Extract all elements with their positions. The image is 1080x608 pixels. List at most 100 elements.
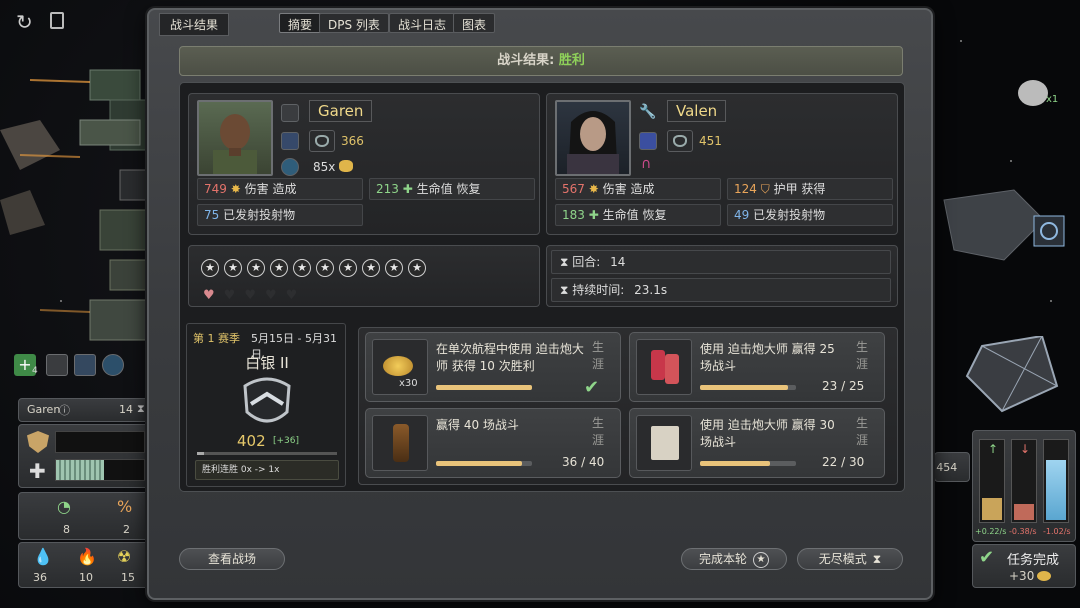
projectiles-value: 75 bbox=[204, 208, 220, 222]
quest-progress-text: 36 / 40 bbox=[562, 455, 605, 469]
quest-card: 使用 迫击炮大师 赢得 25 场战斗 生涯 23 / 25 bbox=[629, 332, 885, 402]
rank-badge-icon bbox=[239, 376, 295, 428]
heal-label: 生命值 bbox=[602, 208, 639, 222]
gold-icon bbox=[339, 160, 353, 172]
round-value: 14 bbox=[610, 255, 626, 269]
quest-tag: 生涯 bbox=[592, 340, 605, 371]
enemy-module bbox=[962, 334, 1062, 416]
cards-icon[interactable] bbox=[50, 12, 64, 29]
player-ship bbox=[0, 60, 151, 350]
missile-icon[interactable] bbox=[46, 354, 68, 376]
projectiles-stat: 49 已发射投射物 bbox=[727, 204, 893, 226]
results-body: Garen 366 85x 749 ✸ 伤害 造成 213 ✚ 生命值 恢复 7… bbox=[179, 82, 905, 492]
tab-summary[interactable]: 摘要 bbox=[279, 13, 322, 33]
pilot-name: Garen bbox=[309, 100, 373, 122]
endless-mode-button[interactable]: 无尽模式 ⧗ bbox=[797, 548, 903, 570]
magnet-icon: ∩ bbox=[641, 156, 652, 172]
reward-count: x30 bbox=[399, 378, 418, 389]
duration-row: ⧗ 持续时间: 23.1s bbox=[551, 278, 891, 302]
star-icon: ★ bbox=[753, 551, 769, 568]
quest-tag: 生涯 bbox=[856, 416, 869, 447]
battle-info-panel: ⧗ 回合: 14 ⧗ 持续时间: 23.1s bbox=[546, 245, 898, 307]
resource-panel: ↑ ↓ +0.22/s -0.38/s -1.02/s bbox=[972, 430, 1076, 542]
heart-icon: ♥ bbox=[285, 288, 298, 303]
chip-icon[interactable] bbox=[74, 354, 96, 376]
health-cross-icon: ✚ bbox=[402, 182, 413, 196]
resource-bar-green: ↑ bbox=[979, 439, 1005, 523]
star-icon: ★ bbox=[293, 259, 311, 277]
restart-icon[interactable]: ↻ bbox=[16, 10, 33, 34]
star-decoration bbox=[1050, 300, 1052, 302]
weapon-icon bbox=[281, 104, 299, 122]
armor-gain-value: 124 bbox=[734, 182, 757, 196]
quest-progress-bar bbox=[700, 385, 796, 390]
hourglass-icon: ⧗ bbox=[560, 255, 569, 269]
hourglass-icon: ⧗ bbox=[137, 402, 145, 415]
fire-icon: 🔥 bbox=[77, 547, 97, 566]
burst-icon: ✸ bbox=[588, 182, 599, 196]
pilot-name: Valen bbox=[667, 100, 727, 122]
shells-icon bbox=[636, 339, 692, 395]
resource-bar-red: ↓ bbox=[1011, 439, 1037, 523]
damage-label: 伤害 bbox=[602, 182, 627, 196]
star-icon: ★ bbox=[224, 259, 242, 277]
equipment-bar: + 4 bbox=[14, 352, 150, 380]
finish-round-button[interactable]: 完成本轮 ★ bbox=[681, 548, 787, 570]
star-icon: ★ bbox=[339, 259, 357, 277]
star-icon: ★ bbox=[362, 259, 380, 277]
tab-charts[interactable]: 图表 bbox=[453, 13, 496, 33]
endless-mode-label: 无尽模式 bbox=[818, 552, 867, 566]
star-icon: ★ bbox=[201, 259, 219, 277]
heal-verb: 恢复 bbox=[642, 208, 667, 222]
enemy-hp: / 454 bbox=[929, 452, 970, 482]
stat-value: 15 bbox=[121, 571, 135, 584]
season-progress-bar bbox=[197, 452, 337, 455]
tab-bar: 战斗结果 摘要 DPS 列表 战斗日志 图表 bbox=[149, 10, 931, 36]
star-decoration bbox=[1010, 160, 1012, 162]
heart-rating: ♥ ♥ ♥ ♥ ♥ bbox=[203, 284, 306, 303]
heart-icon: ♥ bbox=[244, 288, 256, 303]
projectiles-stat: 75 已发射投射物 bbox=[197, 204, 363, 226]
info-icon[interactable]: ⓘ bbox=[59, 402, 70, 418]
duration-label: 持续时间: bbox=[572, 283, 625, 297]
quest-progress-text: 22 / 30 bbox=[822, 455, 865, 469]
drop-icon: 💧 bbox=[33, 547, 53, 566]
hourglass-icon: ⧗ bbox=[872, 552, 882, 566]
shield-core-icon[interactable] bbox=[102, 354, 124, 376]
star-icon: ★ bbox=[247, 259, 265, 277]
radiation-icon: ☢ bbox=[117, 547, 132, 566]
game-screen: ↻ + 4 Garen ⓘ 14 ⧗ ✚ ◔ 8 % 2 💧 36 🔥 10 ☢… bbox=[0, 0, 1080, 608]
heart-icon: ♥ bbox=[203, 288, 215, 303]
heal-stat: 183 ✚ 生命值 恢复 bbox=[555, 204, 721, 226]
check-icon: ✔ bbox=[979, 547, 995, 568]
quest-text: 在单次航程中使用 迫击炮大师 获得 10 次胜利 bbox=[436, 342, 584, 373]
result-value: 胜利 bbox=[558, 53, 585, 68]
heal-stat: 213 ✚ 生命值 恢复 bbox=[369, 178, 535, 200]
burst-icon: ✸ bbox=[230, 182, 241, 196]
core-icon bbox=[281, 158, 299, 176]
view-battlefield-button[interactable]: 查看战场 bbox=[179, 548, 285, 570]
rate-text: +0.22/s bbox=[975, 527, 1007, 536]
hull-bar bbox=[55, 459, 145, 481]
heal-label: 生命值 bbox=[416, 182, 453, 196]
season-points-delta: [+36] bbox=[273, 436, 300, 446]
quest-progress-bar bbox=[436, 385, 532, 390]
result-label: 战斗结果: bbox=[497, 53, 555, 68]
stat-value: 2 bbox=[123, 523, 130, 536]
coin-icon bbox=[1037, 571, 1051, 581]
tab-dps-list[interactable]: DPS 列表 bbox=[319, 13, 389, 33]
tab-battle-log[interactable]: 战斗日志 bbox=[389, 13, 456, 33]
gauge-icon: ◔ bbox=[57, 497, 71, 516]
rate-text: -1.02/s bbox=[1043, 527, 1071, 536]
round-row: ⧗ 回合: 14 bbox=[551, 250, 891, 274]
enemy-ship bbox=[934, 180, 1080, 280]
pilot-name: Garen bbox=[27, 403, 61, 416]
season-rank: 白银 II bbox=[245, 354, 289, 372]
mission-complete-panel[interactable]: ✔ 任务完成 +30 bbox=[972, 544, 1076, 588]
book-icon bbox=[636, 415, 692, 471]
resource-bar-blue bbox=[1043, 439, 1069, 523]
rating-panel: ★ ★ ★ ★ ★ ★ ★ ★ ★ ★ ♥ ♥ ♥ ♥ ♥ bbox=[188, 245, 540, 307]
damage-verb: 造成 bbox=[630, 182, 655, 196]
projectiles-value: 49 bbox=[734, 208, 750, 222]
star-icon: ★ bbox=[385, 259, 403, 277]
